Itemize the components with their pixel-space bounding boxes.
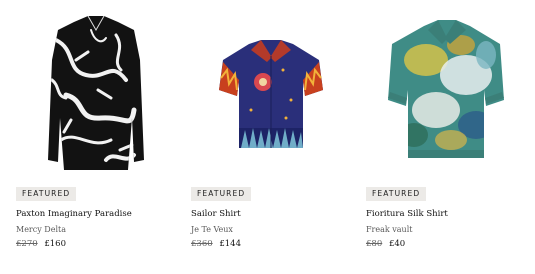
product-card[interactable]: FEATURED Fioritura Silk Shirt Freak vaul…: [366, 0, 531, 274]
featured-badge: FEATURED: [191, 187, 252, 201]
product-card[interactable]: FEATURED Paxton Imaginary Paradise Mercy…: [16, 0, 181, 274]
teal-painted-silk-shirt-image: [388, 20, 504, 158]
product-image[interactable]: [366, 0, 526, 178]
product-brand[interactable]: Mercy Delta: [16, 224, 66, 235]
product-price: £360 £144: [191, 239, 241, 250]
featured-badge: FEATURED: [366, 187, 427, 201]
product-brand[interactable]: Je Te Veux: [191, 224, 233, 235]
product-grid: FEATURED Paxton Imaginary Paradise Mercy…: [0, 0, 535, 274]
product-price: £80 £40: [366, 239, 405, 250]
sale-price: £144: [219, 239, 241, 249]
original-price: £360: [191, 239, 213, 249]
original-price: £80: [366, 239, 383, 249]
product-name[interactable]: Sailor Shirt: [191, 209, 241, 220]
product-name[interactable]: Fioritura Silk Shirt: [366, 209, 448, 220]
navy-flame-print-shirt-image: [219, 40, 323, 148]
product-brand[interactable]: Freak vault: [366, 224, 412, 235]
sale-price: £160: [44, 239, 66, 249]
product-image[interactable]: [191, 0, 351, 178]
product-price: £270 £160: [16, 239, 66, 250]
original-price: £270: [16, 239, 38, 249]
product-card[interactable]: FEATURED Sailor Shirt Je Te Veux £360 £1…: [191, 0, 356, 274]
product-name[interactable]: Paxton Imaginary Paradise: [16, 209, 132, 220]
product-image[interactable]: [16, 0, 176, 178]
featured-badge: FEATURED: [16, 187, 77, 201]
sale-price: £40: [388, 239, 406, 249]
black-white-abstract-shirt-image: [48, 15, 144, 170]
